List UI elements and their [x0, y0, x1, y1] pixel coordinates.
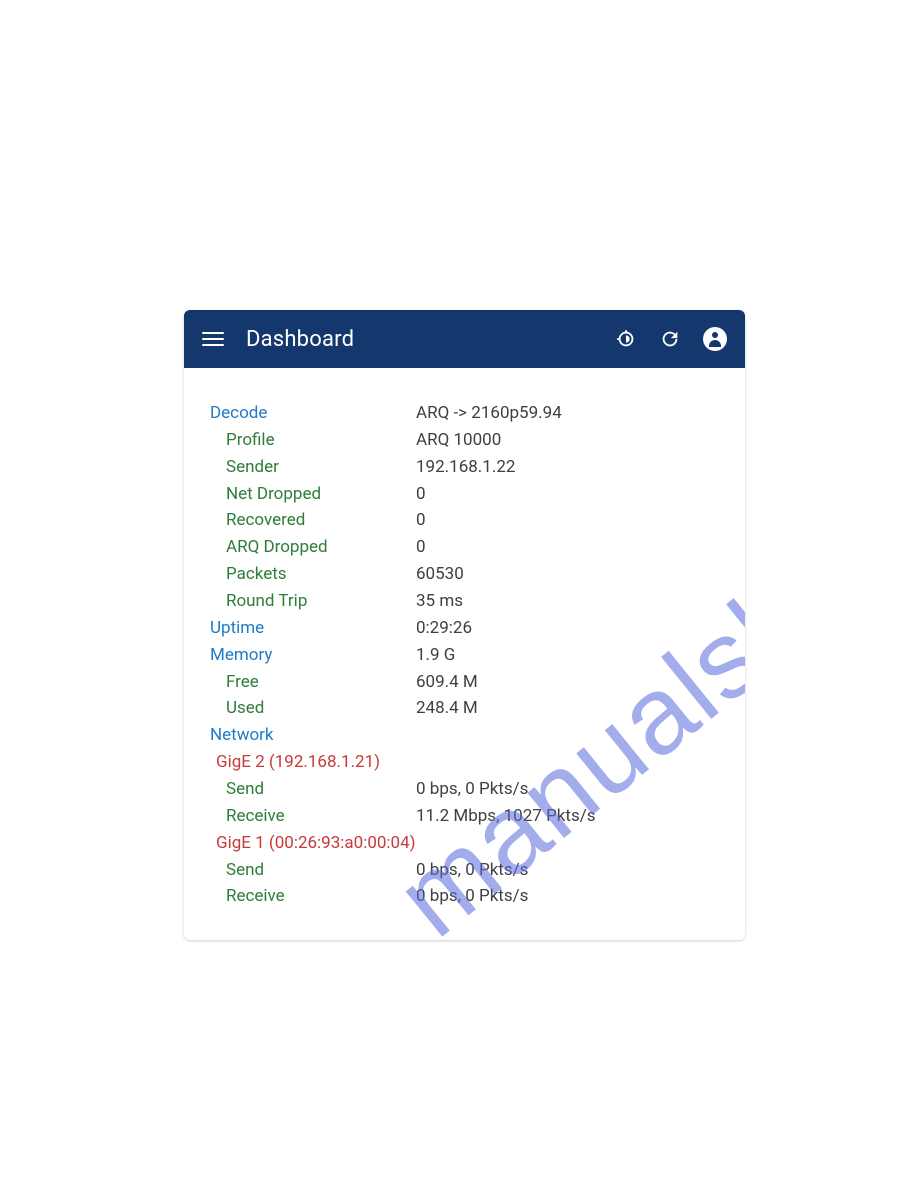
uptime-row: Uptime 0:29:26	[210, 615, 719, 642]
arq-dropped-value: 0	[416, 534, 719, 561]
network-if1-receive-label: Receive	[210, 803, 416, 830]
memory-used-value: 248.4 M	[416, 695, 719, 722]
profile-label: Profile	[210, 427, 416, 454]
network-if1-title-row: GigE 2 (192.168.1.21)	[210, 749, 719, 776]
sender-row: Sender 192.168.1.22	[210, 454, 719, 481]
memory-used-label: Used	[210, 695, 416, 722]
refresh-icon[interactable]	[659, 328, 681, 350]
network-if1-receive-row: Receive 11.2 Mbps, 1027 Pkts/s	[210, 803, 719, 830]
uptime-value: 0:29:26	[416, 615, 719, 642]
net-dropped-label: Net Dropped	[210, 481, 416, 508]
network-if2-send-row: Send 0 bps, 0 Pkts/s	[210, 857, 719, 884]
network-value	[416, 722, 719, 749]
uptime-label: Uptime	[210, 615, 416, 642]
network-if1-title: GigE 2 (192.168.1.21)	[210, 749, 719, 776]
account-icon[interactable]	[703, 327, 727, 351]
network-if2-receive-value: 0 bps, 0 Pkts/s	[416, 883, 719, 910]
network-if1-send-row: Send 0 bps, 0 Pkts/s	[210, 776, 719, 803]
decode-row: Decode ARQ -> 2160p59.94	[210, 400, 719, 427]
memory-used-row: Used 248.4 M	[210, 695, 719, 722]
profile-value: ARQ 10000	[416, 427, 719, 454]
network-if2-title: GigE 1 (00:26:93:a0:00:04)	[210, 830, 719, 857]
menu-icon[interactable]	[202, 328, 224, 350]
memory-free-value: 609.4 M	[416, 669, 719, 696]
recovered-label: Recovered	[210, 507, 416, 534]
sender-value: 192.168.1.22	[416, 454, 719, 481]
network-if2-send-value: 0 bps, 0 Pkts/s	[416, 857, 719, 884]
round-trip-value: 35 ms	[416, 588, 719, 615]
sender-label: Sender	[210, 454, 416, 481]
arq-dropped-row: ARQ Dropped 0	[210, 534, 719, 561]
app-toolbar: Dashboard	[184, 310, 745, 368]
net-dropped-row: Net Dropped 0	[210, 481, 719, 508]
memory-free-row: Free 609.4 M	[210, 669, 719, 696]
network-if2-receive-label: Receive	[210, 883, 416, 910]
memory-value: 1.9 G	[416, 642, 719, 669]
dashboard-panel: Dashboard Decode ARQ -> 2160p59.94 Profi…	[184, 310, 745, 940]
packets-row: Packets 60530	[210, 561, 719, 588]
decode-label: Decode	[210, 400, 416, 427]
network-if1-receive-value: 11.2 Mbps, 1027 Pkts/s	[416, 803, 719, 830]
recovered-row: Recovered 0	[210, 507, 719, 534]
memory-free-label: Free	[210, 669, 416, 696]
dashboard-content: Decode ARQ -> 2160p59.94 Profile ARQ 100…	[184, 368, 745, 940]
network-row: Network	[210, 722, 719, 749]
network-if1-send-label: Send	[210, 776, 416, 803]
packets-value: 60530	[416, 561, 719, 588]
arq-dropped-label: ARQ Dropped	[210, 534, 416, 561]
network-label: Network	[210, 722, 416, 749]
net-dropped-value: 0	[416, 481, 719, 508]
packets-label: Packets	[210, 561, 416, 588]
theme-toggle-icon[interactable]	[615, 328, 637, 350]
memory-label: Memory	[210, 642, 416, 669]
page-title: Dashboard	[246, 327, 615, 352]
decode-value: ARQ -> 2160p59.94	[416, 400, 719, 427]
profile-row: Profile ARQ 10000	[210, 427, 719, 454]
network-if2-title-row: GigE 1 (00:26:93:a0:00:04)	[210, 830, 719, 857]
network-if1-send-value: 0 bps, 0 Pkts/s	[416, 776, 719, 803]
toolbar-actions	[615, 327, 727, 351]
network-if2-receive-row: Receive 0 bps, 0 Pkts/s	[210, 883, 719, 910]
network-if2-send-label: Send	[210, 857, 416, 884]
recovered-value: 0	[416, 507, 719, 534]
round-trip-label: Round Trip	[210, 588, 416, 615]
round-trip-row: Round Trip 35 ms	[210, 588, 719, 615]
memory-row: Memory 1.9 G	[210, 642, 719, 669]
